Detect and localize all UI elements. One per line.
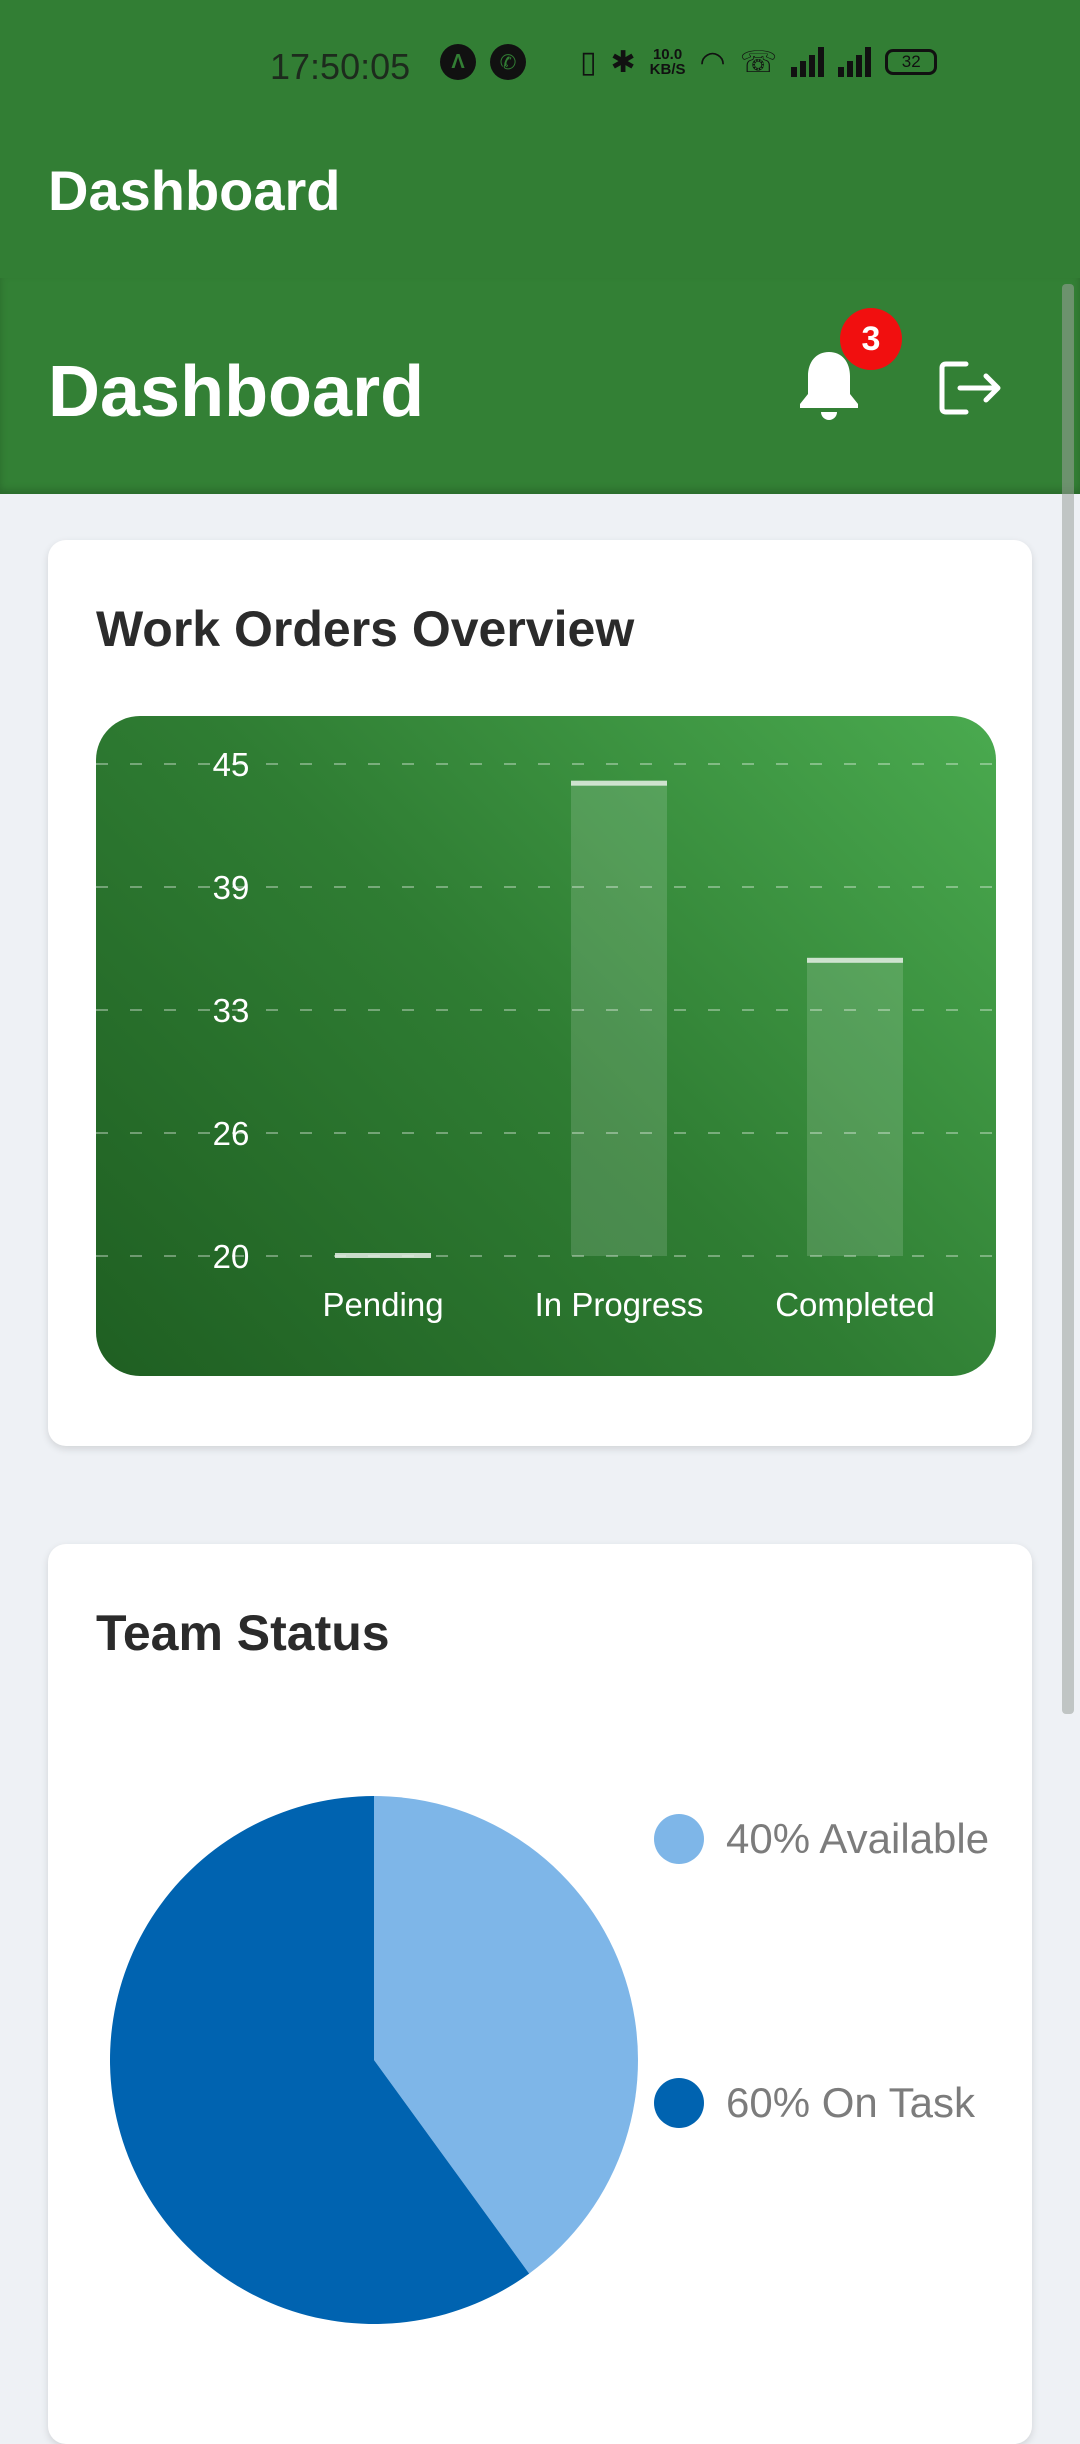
bar-chart-svg: 45 39 33 26 20 Pending In Progress Completed xyxy=(96,746,996,1323)
status-icons: Λ ✆ ▯ ✱ 10.0 KB/S ◠ ☏ 32 xyxy=(440,44,938,80)
legend-dot-available xyxy=(654,1814,704,1864)
bar-top xyxy=(807,957,903,963)
status-time: 17:50:05 xyxy=(270,46,411,87)
network-speed-unit: KB/S xyxy=(649,61,686,78)
bar-top xyxy=(335,1253,431,1258)
legend-label-available: 40% Available xyxy=(726,1815,990,1862)
x-tick-label: In Progress xyxy=(535,1286,704,1323)
signal-1-icon xyxy=(791,47,825,77)
bar xyxy=(571,783,667,1256)
legend-item-on-task: 60% On Task xyxy=(654,2078,1034,2128)
y-tick-label: 26 xyxy=(213,1115,250,1152)
scrollbar[interactable] xyxy=(1062,284,1074,1714)
signal-2-icon xyxy=(838,47,872,77)
x-tick-label: Pending xyxy=(322,1286,443,1323)
pie-chart-svg xyxy=(109,1796,638,2324)
vibrate-icon: ▯ xyxy=(580,45,597,79)
wifi-icon: ◠ xyxy=(699,45,726,79)
bar-top xyxy=(571,780,667,786)
legend-item-available: 40% Available xyxy=(654,1814,1034,1864)
battery-icon: 32 xyxy=(885,49,938,75)
legend-label-on-task: 60% On Task xyxy=(726,2079,976,2126)
x-tick-label: Completed xyxy=(775,1286,935,1323)
app-notification-icon: Λ xyxy=(440,44,476,80)
work-orders-title: Work Orders Overview xyxy=(96,601,635,657)
y-tick-label: 45 xyxy=(213,746,250,783)
team-status-card: Team Status 40% Available 60% On Task xyxy=(48,1544,1032,2444)
logout-icon[interactable] xyxy=(936,358,1006,418)
bar xyxy=(807,960,903,1256)
y-tick-label: 20 xyxy=(213,1238,250,1275)
y-tick-label: 39 xyxy=(213,869,250,906)
network-speed: 10.0 KB/S xyxy=(650,47,686,77)
work-orders-card: Work Orders Overview 45 39 33 26 20 Pending In… xyxy=(48,540,1032,1446)
notification-badge: 3 xyxy=(840,308,902,370)
dashboard-header: Dashboard xyxy=(0,278,1080,494)
legend-dot-on-task xyxy=(654,2078,704,2128)
volte-icon: ☏ xyxy=(739,45,778,79)
work-orders-chart: 45 39 33 26 20 Pending In Progress Completed xyxy=(96,716,996,1376)
bluetooth-icon: ✱ xyxy=(610,45,636,79)
y-tick-label: 33 xyxy=(213,992,250,1029)
messenger-icon: ✆ xyxy=(490,44,526,80)
top-app-bar: 17:50:05 Λ ✆ ▯ ✱ 10.0 KB/S ◠ ☏ 32 Dashbo… xyxy=(0,0,1080,278)
app-bar-title: Dashboard xyxy=(48,159,341,222)
page-title: Dashboard xyxy=(48,352,425,432)
team-status-title: Team Status xyxy=(96,1605,390,1661)
status-bar: 17:50:05 Λ ✆ ▯ ✱ 10.0 KB/S ◠ ☏ 32 xyxy=(0,0,1080,135)
